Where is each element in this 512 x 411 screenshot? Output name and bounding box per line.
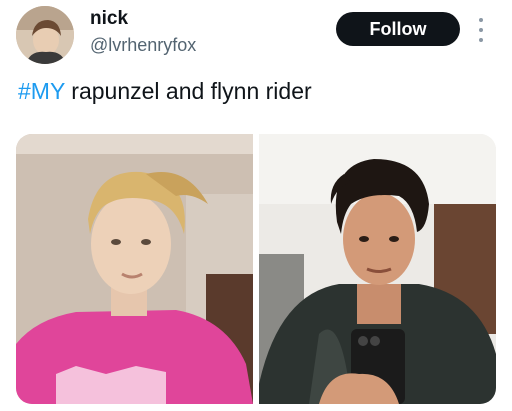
hashtag-link[interactable]: #MY <box>18 78 65 104</box>
more-vertical-icon[interactable] <box>474 18 488 42</box>
menu-dot <box>479 28 483 32</box>
photo-left[interactable] <box>16 134 253 404</box>
user-handle[interactable]: @lvrhenryfox <box>90 35 196 56</box>
tweet-body: rapunzel and flynn rider <box>64 78 312 104</box>
menu-dot <box>479 18 483 22</box>
tweet-text: #MY rapunzel and flynn rider <box>18 78 312 105</box>
media-grid <box>16 134 496 404</box>
follow-button[interactable]: Follow <box>336 12 460 46</box>
menu-dot <box>479 38 483 42</box>
display-name[interactable]: nick <box>90 8 128 30</box>
photo-right[interactable] <box>259 134 496 404</box>
avatar[interactable] <box>16 6 74 64</box>
